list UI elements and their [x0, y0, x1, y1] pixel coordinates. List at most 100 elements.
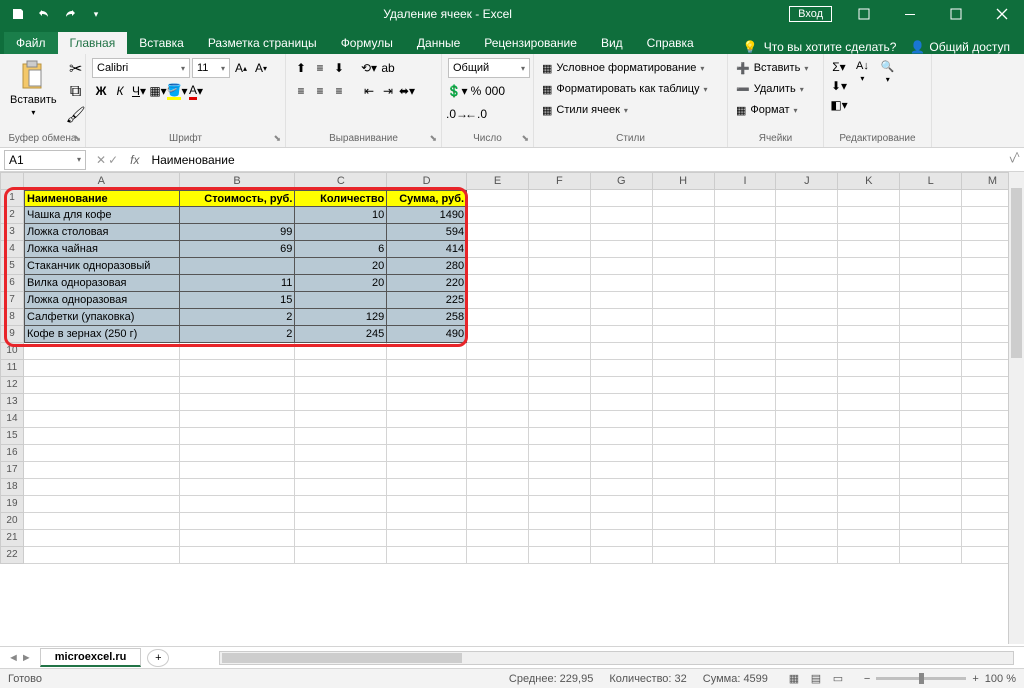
row-header[interactable]: 2	[0, 207, 24, 224]
cell[interactable]	[776, 258, 838, 275]
cell[interactable]: 129	[295, 309, 387, 326]
font-dialog-icon[interactable]: ⬊	[273, 133, 281, 144]
cell[interactable]: 2	[180, 309, 296, 326]
cell[interactable]	[776, 462, 838, 479]
row-header[interactable]: 17	[0, 462, 24, 479]
cell[interactable]	[24, 343, 180, 360]
currency-button[interactable]: 💲▾	[448, 82, 466, 100]
align-left-button[interactable]: ≡	[292, 82, 310, 100]
format-painter-button[interactable]: 🖌	[65, 104, 87, 126]
cell[interactable]	[715, 479, 777, 496]
cell[interactable]	[529, 394, 591, 411]
row-header[interactable]: 16	[0, 445, 24, 462]
cell[interactable]	[715, 343, 777, 360]
cell[interactable]	[715, 241, 777, 258]
inc-decimal-button[interactable]: .0→	[448, 105, 466, 123]
cell[interactable]	[653, 547, 715, 564]
cell[interactable]	[180, 377, 296, 394]
cell[interactable]	[653, 309, 715, 326]
cell[interactable]	[295, 224, 387, 241]
save-icon[interactable]	[8, 4, 28, 24]
cell[interactable]: 280	[387, 258, 467, 275]
cell[interactable]	[24, 479, 180, 496]
add-sheet-button[interactable]: +	[147, 649, 169, 667]
cell[interactable]	[900, 241, 962, 258]
cell[interactable]	[387, 428, 467, 445]
cell[interactable]	[529, 224, 591, 241]
cell[interactable]	[900, 207, 962, 224]
cell[interactable]	[838, 394, 900, 411]
cell[interactable]	[387, 445, 467, 462]
autosum-button[interactable]: Σ▾	[830, 58, 848, 76]
cell[interactable]	[900, 377, 962, 394]
cell[interactable]	[838, 241, 900, 258]
fill-button[interactable]: ⬇▾	[830, 77, 848, 95]
cell[interactable]	[838, 326, 900, 343]
cell[interactable]	[387, 513, 467, 530]
cell[interactable]	[900, 479, 962, 496]
cell[interactable]	[387, 479, 467, 496]
cell[interactable]	[529, 207, 591, 224]
cell[interactable]: Вилка одноразовая	[24, 275, 180, 292]
name-box[interactable]: A1▾	[4, 150, 86, 170]
cell[interactable]	[467, 411, 529, 428]
cell[interactable]	[24, 496, 180, 513]
tab-review[interactable]: Рецензирование	[472, 32, 589, 54]
qat-more-icon[interactable]: ▾	[86, 4, 106, 24]
cell[interactable]	[900, 462, 962, 479]
cell[interactable]	[295, 292, 387, 309]
cell[interactable]	[653, 326, 715, 343]
col-header-K[interactable]: K	[838, 172, 900, 190]
cell[interactable]	[467, 292, 529, 309]
cell[interactable]	[900, 292, 962, 309]
row-header[interactable]: 22	[0, 547, 24, 564]
cell[interactable]: Ложка чайная	[24, 241, 180, 258]
cell[interactable]	[715, 462, 777, 479]
cell[interactable]: Стоимость, руб.	[180, 190, 296, 207]
cell[interactable]	[180, 343, 296, 360]
row-header[interactable]: 12	[0, 377, 24, 394]
close-button[interactable]	[980, 0, 1024, 28]
cell[interactable]	[467, 377, 529, 394]
cell[interactable]	[715, 292, 777, 309]
cell[interactable]	[591, 394, 653, 411]
cell[interactable]	[24, 360, 180, 377]
row-header[interactable]: 9	[0, 326, 24, 343]
cell[interactable]	[591, 190, 653, 207]
zoom-slider[interactable]	[876, 677, 966, 680]
expand-formula-icon[interactable]: ˅	[1001, 153, 1024, 167]
tab-home[interactable]: Главная	[58, 32, 128, 54]
cell[interactable]	[776, 377, 838, 394]
cell[interactable]	[24, 377, 180, 394]
font-name-combo[interactable]: Calibri▾	[92, 58, 190, 78]
cell[interactable]	[295, 496, 387, 513]
cell[interactable]	[653, 496, 715, 513]
cell[interactable]	[529, 326, 591, 343]
collapse-ribbon-icon[interactable]: ˄	[1014, 150, 1020, 161]
cell[interactable]	[715, 513, 777, 530]
cell[interactable]	[387, 360, 467, 377]
percent-button[interactable]: %	[467, 82, 485, 100]
cell[interactable]: 2	[180, 326, 296, 343]
cell[interactable]	[776, 326, 838, 343]
cell[interactable]	[591, 496, 653, 513]
tab-view[interactable]: Вид	[589, 32, 635, 54]
italic-button[interactable]: К	[111, 82, 129, 100]
row-header[interactable]: 15	[0, 428, 24, 445]
cell[interactable]	[838, 275, 900, 292]
cell[interactable]	[715, 207, 777, 224]
col-header-H[interactable]: H	[653, 172, 715, 190]
cell[interactable]	[295, 343, 387, 360]
normal-view-button[interactable]: ▦	[784, 671, 804, 687]
cell[interactable]	[467, 275, 529, 292]
cell[interactable]	[653, 479, 715, 496]
cell[interactable]	[467, 241, 529, 258]
sheet-nav-prev-icon[interactable]: ◄	[8, 652, 19, 664]
cell[interactable]	[838, 360, 900, 377]
cell[interactable]	[591, 241, 653, 258]
cell[interactable]	[529, 377, 591, 394]
cell[interactable]	[529, 360, 591, 377]
cell[interactable]	[295, 445, 387, 462]
cell[interactable]	[838, 377, 900, 394]
cell[interactable]	[467, 326, 529, 343]
